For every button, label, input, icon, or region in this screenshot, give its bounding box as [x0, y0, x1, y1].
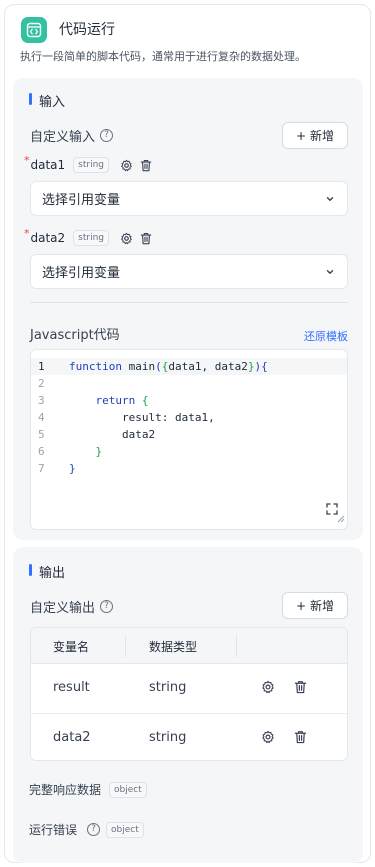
delete-icon[interactable]	[294, 730, 307, 748]
custom-input-label: 自定义输入 ?	[30, 126, 114, 145]
full-response-row: 完整响应数据 object	[29, 781, 147, 798]
section-marker	[29, 93, 32, 105]
output-section-title: 输出	[29, 562, 65, 581]
divider	[30, 302, 348, 303]
error-output-row: 运行错误 ? object	[29, 821, 144, 838]
settings-icon[interactable]	[261, 730, 275, 748]
input-variable-data2: * data2 string	[24, 226, 159, 246]
type-tag: string	[73, 157, 110, 173]
required-marker: *	[24, 153, 30, 167]
add-input-button[interactable]: + 新增	[282, 122, 348, 149]
settings-icon[interactable]	[119, 158, 133, 172]
output-table: 变量名 数据类型 result string data2 string	[30, 627, 348, 761]
delete-icon[interactable]	[139, 158, 153, 172]
type-tag: object	[109, 781, 147, 798]
plus-icon: +	[295, 598, 307, 613]
custom-output-label: 自定义输出 ?	[30, 597, 114, 616]
code-icon	[21, 17, 47, 43]
input-section-title: 输入	[29, 91, 65, 110]
input-panel: 输入 自定义输入 ? + 新增 * data1 string 选择引用变量 * …	[13, 78, 363, 540]
input-variable-data1: * data1 string	[24, 153, 159, 173]
settings-icon[interactable]	[119, 231, 133, 245]
type-tag: string	[73, 230, 110, 246]
code-line: 6 }	[38, 445, 103, 458]
code-line: 1 function main({data1, data2}){	[31, 358, 347, 375]
code-line: 2	[38, 377, 45, 390]
help-icon[interactable]: ?	[87, 823, 101, 836]
restore-template-link[interactable]: 还原模板	[304, 328, 348, 344]
settings-icon[interactable]	[261, 680, 275, 698]
help-icon[interactable]: ?	[100, 129, 114, 142]
code-line: 3 return {	[38, 394, 149, 407]
code-editor[interactable]: 1 function main({data1, data2}){ 2 3 ret…	[30, 349, 348, 530]
code-line: 7 }	[38, 462, 76, 475]
chevron-down-icon	[325, 266, 335, 281]
variable-select-data2[interactable]: 选择引用变量	[30, 254, 348, 289]
help-icon[interactable]: ?	[100, 600, 114, 613]
code-line: 4 result: data1,	[38, 411, 215, 424]
add-output-button[interactable]: + 新增	[282, 592, 348, 619]
output-panel: 输出 自定义输出 ? + 新增 变量名 数据类型 result string d…	[13, 547, 363, 863]
chevron-down-icon	[325, 193, 335, 208]
type-tag: object	[106, 821, 144, 838]
code-language-label: Javascript代码	[30, 328, 120, 343]
section-marker	[29, 564, 32, 576]
delete-icon[interactable]	[294, 680, 307, 698]
table-header: 变量名 数据类型	[31, 628, 347, 664]
node-description: 执行一段简单的脚本代码，通常用于进行复杂的数据处理。	[20, 50, 306, 63]
resize-handle-icon[interactable]	[337, 512, 345, 527]
plus-icon: +	[295, 128, 307, 143]
delete-icon[interactable]	[139, 231, 153, 245]
code-line: 5 data2	[38, 428, 156, 441]
required-marker: *	[24, 226, 30, 240]
node-title: 代码运行	[59, 22, 115, 38]
variable-select-data1[interactable]: 选择引用变量	[30, 181, 348, 216]
column-divider	[125, 635, 126, 657]
column-divider	[236, 635, 237, 657]
table-row: data2 string	[31, 713, 347, 760]
table-row: result string	[31, 664, 347, 713]
